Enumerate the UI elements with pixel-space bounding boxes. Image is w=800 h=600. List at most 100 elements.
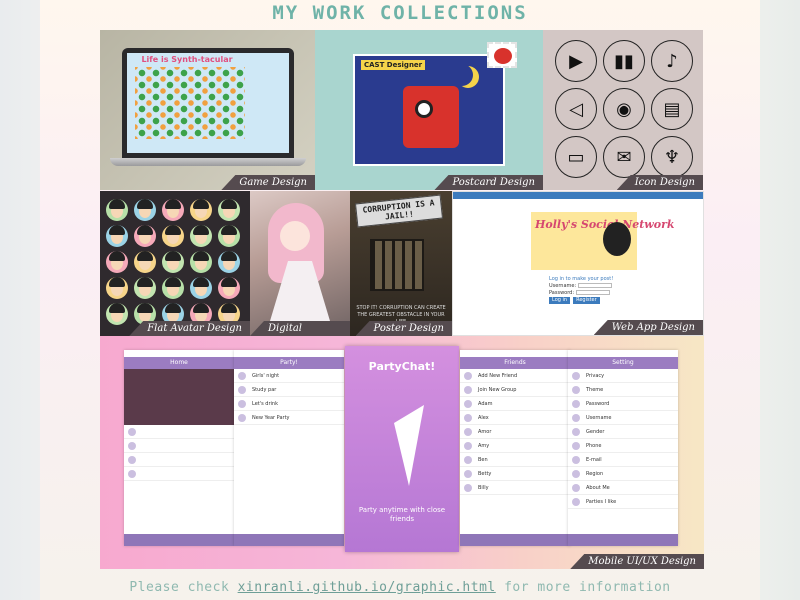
poster-headline: CORRUPTION IS A JAIL!! [354, 194, 444, 228]
avatar-icon [190, 277, 212, 299]
caption-mobile-ui-ux-design: Mobile UI/UX Design [570, 554, 704, 569]
phone-screen-setting: Setting Privacy Theme Password Username … [568, 350, 678, 546]
page-title: MY WORK COLLECTIONS [272, 2, 528, 24]
equalizer-icon: ▮▮ [603, 40, 645, 82]
game-board [135, 67, 245, 139]
game-title: Life is Synth-tacular [141, 55, 233, 64]
caption-web-app-design: Web App Design [593, 320, 703, 335]
setting-row: Privacy [568, 369, 678, 383]
play-icon: ▶ [555, 40, 597, 82]
jail-bars-illustration [370, 239, 424, 291]
screen-title: Friends [460, 357, 570, 369]
tile-web-app-design[interactable]: Holly's Social Network Log in to make yo… [452, 191, 704, 336]
caption-postcard-design: Postcard Design [434, 175, 543, 190]
avatar-icon [106, 277, 128, 299]
friend-row: Alex [460, 411, 570, 425]
setting-row: Parties I like [568, 495, 678, 509]
caption-digital-painting: Digital Painting [250, 321, 350, 336]
footer-suffix: for more information [504, 580, 671, 595]
avatar-icon [190, 225, 212, 247]
avatar-icon [106, 199, 128, 221]
web-banner-girl [603, 222, 631, 256]
avatar-icon [162, 277, 184, 299]
avatar-icon [106, 251, 128, 273]
party-row: Girls' night [234, 369, 344, 383]
phone-screen-home: Home [124, 350, 234, 546]
setting-row: Username [568, 411, 678, 425]
caption-game-design: Game Design [221, 175, 315, 190]
painting-figure-face [280, 221, 310, 251]
home-photo [124, 369, 234, 425]
postcard-image: CAST Designer [353, 54, 505, 166]
party-row: Let's drink [234, 397, 344, 411]
speaker-mute-icon: ◁ [555, 88, 597, 130]
phone-screen-friends: Friends Add New Friend Join New Group Ad… [460, 350, 570, 546]
robot-illustration [403, 86, 459, 148]
avatar-icon [162, 251, 184, 273]
music-note-icon: ♪ [651, 40, 693, 82]
tile-postcard-design[interactable]: CAST Designer Postcard Design [315, 30, 543, 190]
friend-row: Adam [460, 397, 570, 411]
avatar-icon [218, 277, 240, 299]
avatar-icon [106, 303, 128, 325]
footer-note: Please check xinranli.github.io/graphic.… [0, 580, 800, 595]
avatar-icon [218, 225, 240, 247]
setting-row: About Me [568, 481, 678, 495]
friend-row: Billy [460, 481, 570, 495]
avatar-icon [218, 251, 240, 273]
microphone-icon: ♆ [651, 136, 693, 178]
vinyl-record-icon: ◉ [603, 88, 645, 130]
friend-row: Betty [460, 467, 570, 481]
setting-row: Password [568, 397, 678, 411]
party-row: Study par [234, 383, 344, 397]
web-login-prompt: Log in to make your post! [549, 276, 614, 282]
web-login-form: Log in to make your post! Username: Pass… [549, 276, 629, 304]
moon-icon [451, 64, 473, 86]
web-login-button: Log in [549, 297, 571, 304]
avatar-icon [134, 251, 156, 273]
avatar-icon [134, 277, 156, 299]
web-password-field [575, 290, 610, 295]
postcard-title: CAST Designer [361, 60, 426, 70]
avatar-icon [134, 199, 156, 221]
avatar-icon [134, 225, 156, 247]
friend-row: Amy [460, 439, 570, 453]
screen-title: Party! [234, 357, 344, 369]
app-tagline: Party anytime with close friends [358, 506, 446, 523]
web-username-field [577, 283, 612, 288]
avatar-icon [106, 225, 128, 247]
party-popper-icon [394, 405, 424, 486]
stamp-icon [487, 42, 517, 68]
mail-icon: ✉ [603, 136, 645, 178]
setting-row: Region [568, 467, 678, 481]
caption-icon-design: Icon Design [616, 175, 703, 190]
tile-icon-design[interactable]: ▶ ▮▮ ♪ ◁ ◉ ▤ ▭ ✉ ♆ Icon Design [543, 30, 703, 190]
setting-row: E-mail [568, 453, 678, 467]
screen-title: Home [124, 357, 234, 369]
laptop-image: Life is Synth-tacular [122, 48, 294, 158]
caption-flat-avatar-design: Flat Avatar Design [129, 321, 250, 336]
avatar-icon [162, 225, 184, 247]
tile-mobile-ui-ux-design[interactable]: Home Party! Girls' night Study par Let's… [100, 336, 704, 569]
setting-row: Phone [568, 439, 678, 453]
phone-screen-partychat: PartyChat! Party anytime with close frie… [345, 346, 459, 552]
setting-row: Gender [568, 425, 678, 439]
app-name: PartyChat! [368, 360, 436, 373]
screen-title: Setting [568, 357, 678, 369]
document-icon: ▤ [651, 88, 693, 130]
setting-row: Theme [568, 383, 678, 397]
web-username-label: Username: [549, 283, 577, 289]
laptop-base [110, 158, 306, 166]
avatar-icon [162, 199, 184, 221]
tile-poster-design[interactable]: CORRUPTION IS A JAIL!! STOP IT! CORRUPTI… [350, 191, 452, 336]
avatar-icon [190, 199, 212, 221]
tile-digital-painting[interactable]: Digital Painting [250, 191, 350, 336]
friend-row: Add New Friend [460, 369, 570, 383]
web-topbar [453, 192, 703, 199]
friend-row: Amor [460, 425, 570, 439]
tile-flat-avatar-design[interactable]: Flat Avatar Design [100, 191, 250, 336]
footer-link[interactable]: xinranli.github.io/graphic.html [238, 580, 496, 595]
phone-screen-party: Party! Girls' night Study par Let's drin… [234, 350, 344, 546]
tile-game-design[interactable]: Life is Synth-tacular Game Design [100, 30, 315, 190]
footer-prefix: Please check [129, 580, 230, 595]
